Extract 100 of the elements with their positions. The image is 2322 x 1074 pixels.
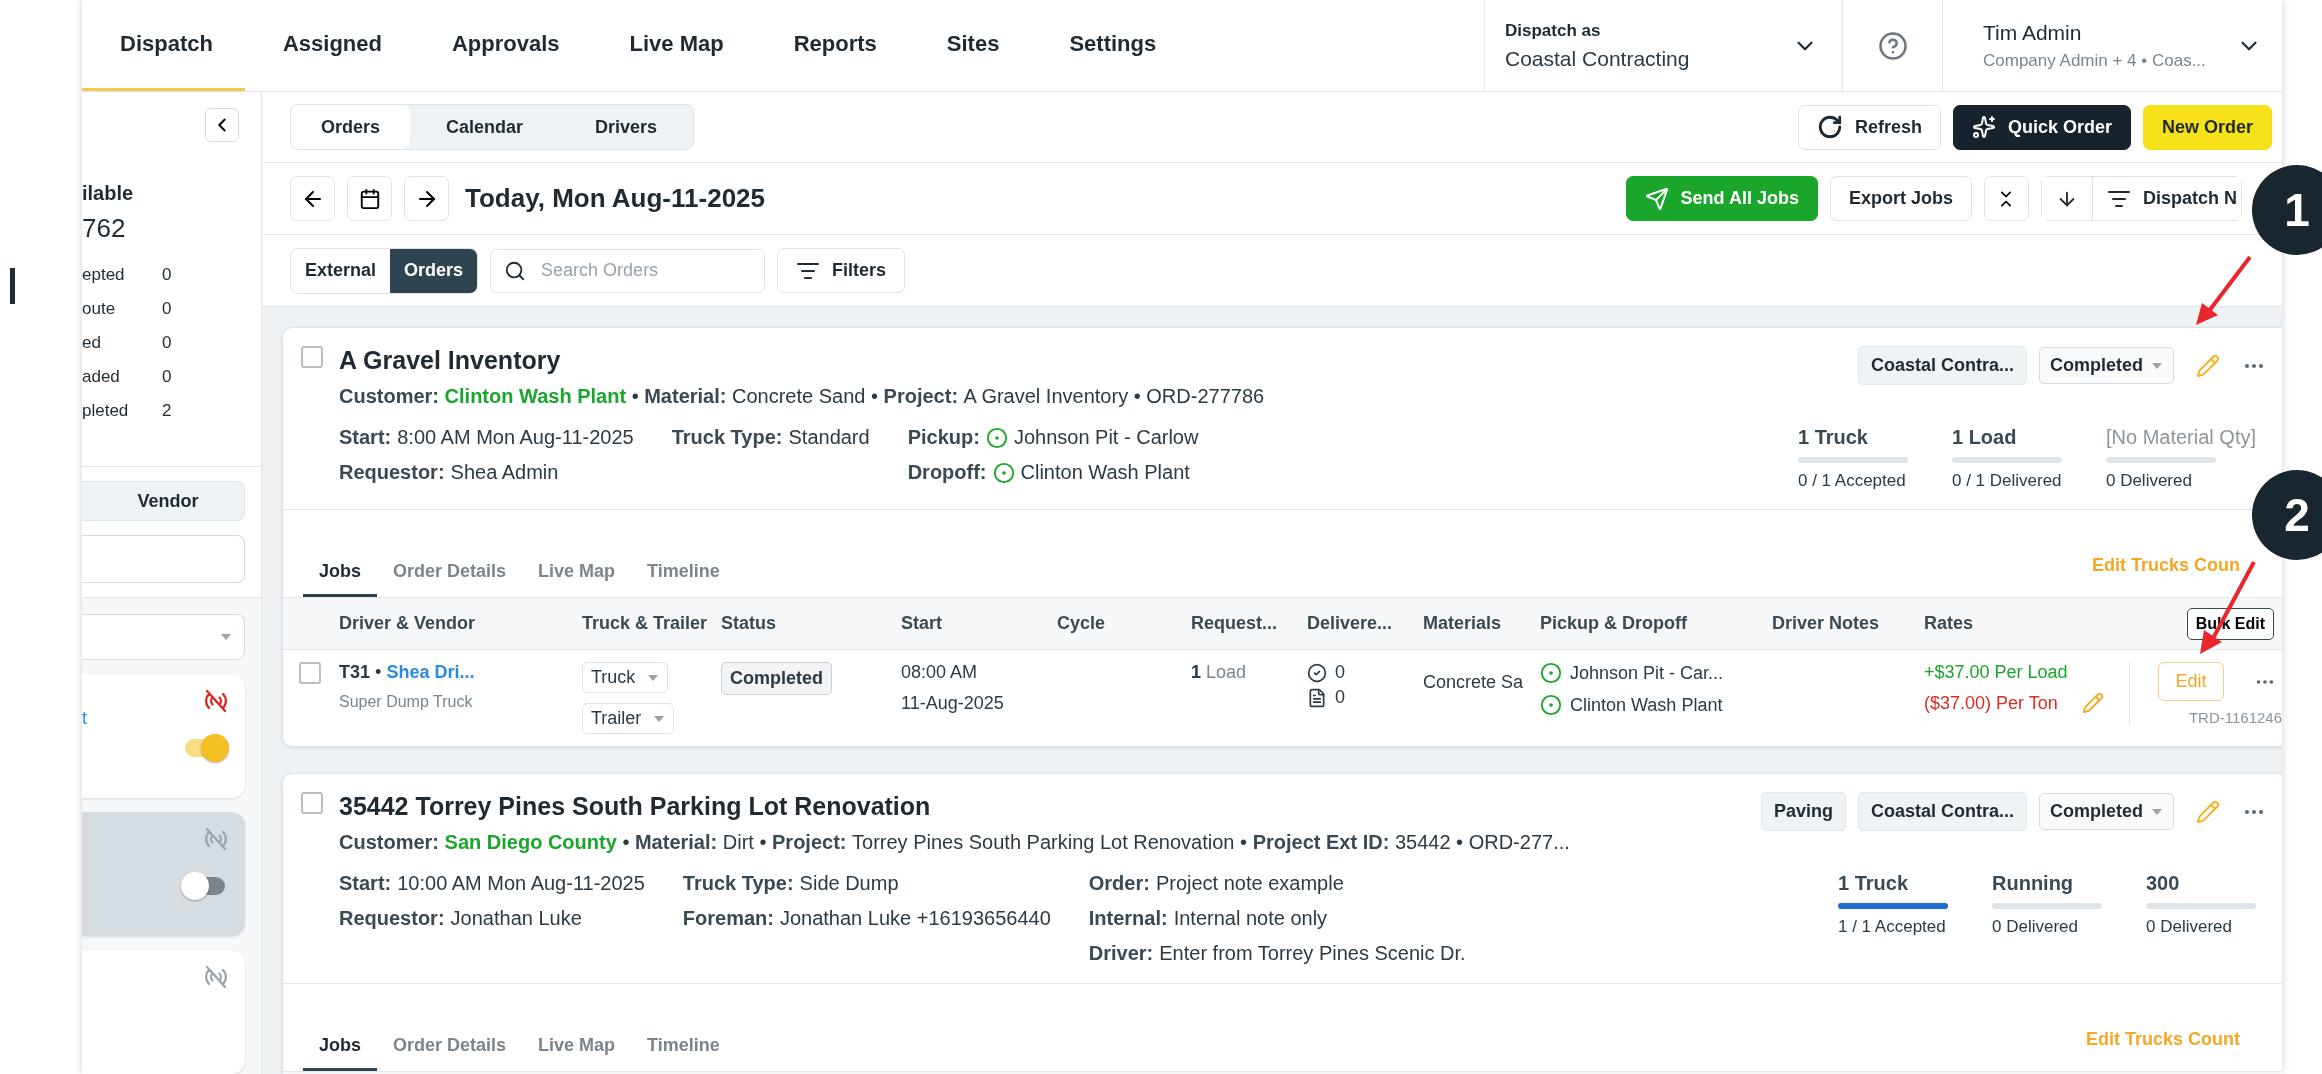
detail-text: Driver: Enter from Torrey Pines Scenic Dr. (1088, 942, 1466, 965)
bullet-separator: • (1240, 831, 1248, 853)
bullet-separator: • (631, 385, 639, 407)
refresh-icon (1816, 114, 1843, 140)
stat-label: epted (82, 265, 126, 285)
tag: Paving (1760, 792, 1846, 831)
new-order-button[interactable]: New Order (2142, 104, 2272, 150)
callout-badge: 1 (2252, 165, 2322, 255)
date-title: Today, Mon Aug-11-2025 (465, 183, 765, 214)
tag: Coastal Contra... (1857, 792, 2027, 831)
bullet-separator: • (871, 385, 878, 407)
help-icon[interactable] (1877, 30, 1908, 61)
delivered-count: 0 (1335, 662, 1345, 683)
card-tab[interactable]: Order Details (377, 1035, 523, 1071)
card-tab[interactable]: Live Map (522, 561, 632, 597)
charge-rate: ($37.00) Per Ton (1924, 693, 2059, 714)
location-icon (1540, 694, 1562, 716)
progress-title: [No Material Qty] (2105, 426, 2256, 449)
filters-button[interactable]: Filters (777, 248, 906, 293)
source-tab[interactable]: Orders (390, 248, 478, 293)
status-dropdown[interactable]: Completed (2039, 793, 2174, 830)
trailer-select[interactable]: Trailer (582, 703, 675, 734)
sparkles-icon (1971, 115, 1996, 139)
view-tab[interactable]: Calendar (410, 105, 560, 149)
user-menu[interactable]: Tim Admin Company Admin + 4 • Coas... (1942, 0, 2282, 91)
next-day-button[interactable] (404, 176, 449, 221)
calendar-icon (358, 187, 381, 210)
progress-title: 300 (2146, 872, 2181, 895)
nav-tab[interactable]: Approvals (413, 0, 592, 91)
driver-card[interactable]: t (82, 674, 245, 798)
progress-title: 1 Truck (1797, 426, 1869, 449)
bullet-separator: • (759, 831, 767, 853)
column-header: Truck & Trailer (582, 613, 709, 634)
search-icon (504, 259, 527, 282)
progress-title: 1 Load (1951, 426, 2018, 449)
requested-text: 1 Load (1191, 662, 1248, 683)
stat-label: oute (82, 299, 117, 319)
status-dropdown[interactable]: Completed (2039, 347, 2174, 384)
input-field[interactable] (82, 535, 245, 583)
pencil-icon[interactable] (2081, 692, 2104, 714)
truck-select[interactable]: Truck (582, 662, 669, 693)
detail-text: Dropoff: Clinton Wash Plant (907, 461, 1191, 484)
search-field[interactable]: Search Orders (490, 248, 766, 293)
driver-name[interactable]: t (82, 708, 181, 729)
export-jobs-button[interactable]: Export Jobs (1829, 176, 1972, 221)
order-title[interactable]: 35442 Torrey Pines South Parking Lot Renovation (339, 792, 1761, 821)
bullet-separator: • (1133, 385, 1141, 407)
stat-value: 0 (162, 265, 173, 285)
card-tab[interactable]: Timeline (631, 1035, 736, 1071)
nav-tab[interactable]: Reports (755, 0, 909, 91)
column-header: Materials (1423, 613, 1503, 634)
view-tab[interactable]: Drivers (559, 105, 694, 149)
nav-tab[interactable]: Assigned (244, 0, 414, 91)
view-tab[interactable]: Orders (291, 105, 411, 149)
job-id: TRD-1161246 (2188, 709, 2282, 726)
location-icon (992, 461, 1015, 484)
column-header: Request... (1191, 613, 1279, 634)
stat-value: 0 (162, 333, 173, 353)
progress-caption: 0 Delivered (1992, 917, 2079, 937)
detail-text: Foreman: Jonathan Luke +16193656440 (682, 907, 1051, 930)
progress-caption: 0 / 1 Accepted (1797, 471, 1907, 491)
column-header: Driver & Vendor (339, 613, 477, 634)
order-meta: Customer: San Diego County • Material: Dirt • Project: Torrey Pines South Parking Lot Renovation • Project Ext ID: 35442 • ORD-277... (339, 831, 1571, 854)
driver-card[interactable] (82, 812, 245, 936)
segment-tab[interactable]: Vendor (82, 481, 245, 521)
no-signal-icon (203, 688, 229, 714)
checkbox[interactable] (301, 346, 323, 368)
stat-value: 0 (162, 299, 173, 319)
sort-button[interactable]: Dispatch N (2091, 177, 2241, 220)
dispatch-as-selector[interactable]: Dispatch as Coastal Contracting (1484, 0, 1842, 91)
vehicle-text: Super Dump Truck (339, 693, 474, 711)
nav-tab[interactable]: Dispatch (82, 0, 245, 91)
stats-total: 762 (82, 213, 127, 244)
order-title[interactable]: A Gravel Inventory (339, 346, 1858, 375)
driver-link[interactable]: Shea Dri... (386, 662, 475, 682)
send-icon (1644, 186, 1669, 211)
pencil-icon[interactable] (2196, 799, 2220, 824)
caret-icon (2151, 361, 2163, 370)
card-tab[interactable]: Order Details (377, 561, 523, 597)
collapse-all-button[interactable] (1983, 176, 2029, 221)
select-field[interactable] (82, 614, 245, 660)
detail-text: Start: 8:00 AM Mon Aug-11-2025 (339, 426, 634, 449)
detail-text: Internal: Internal note only (1088, 907, 1329, 930)
calendar-button[interactable] (347, 176, 392, 221)
pencil-icon[interactable] (2196, 353, 2220, 378)
checkbox[interactable] (301, 792, 323, 814)
stat-value: 2 (162, 401, 173, 421)
card-tab[interactable]: Live Map (522, 1035, 632, 1071)
checkbox[interactable] (299, 662, 321, 684)
nav-tab[interactable]: Live Map (591, 0, 756, 91)
nav-tab[interactable]: Sites (908, 0, 1032, 91)
no-signal-icon (203, 964, 229, 990)
detail-text: Order: Project note example (1088, 872, 1345, 895)
quick-order-button[interactable]: Quick Order (1952, 104, 2131, 150)
refresh-button[interactable]: Refresh (1797, 104, 1941, 150)
previous-day-button[interactable] (290, 176, 335, 221)
detail-text: Truck Type: Side Dump (682, 872, 900, 895)
nav-tab[interactable]: Settings (1031, 0, 1189, 91)
card-tab[interactable]: Timeline (631, 561, 736, 597)
collapse-button[interactable] (205, 108, 239, 142)
